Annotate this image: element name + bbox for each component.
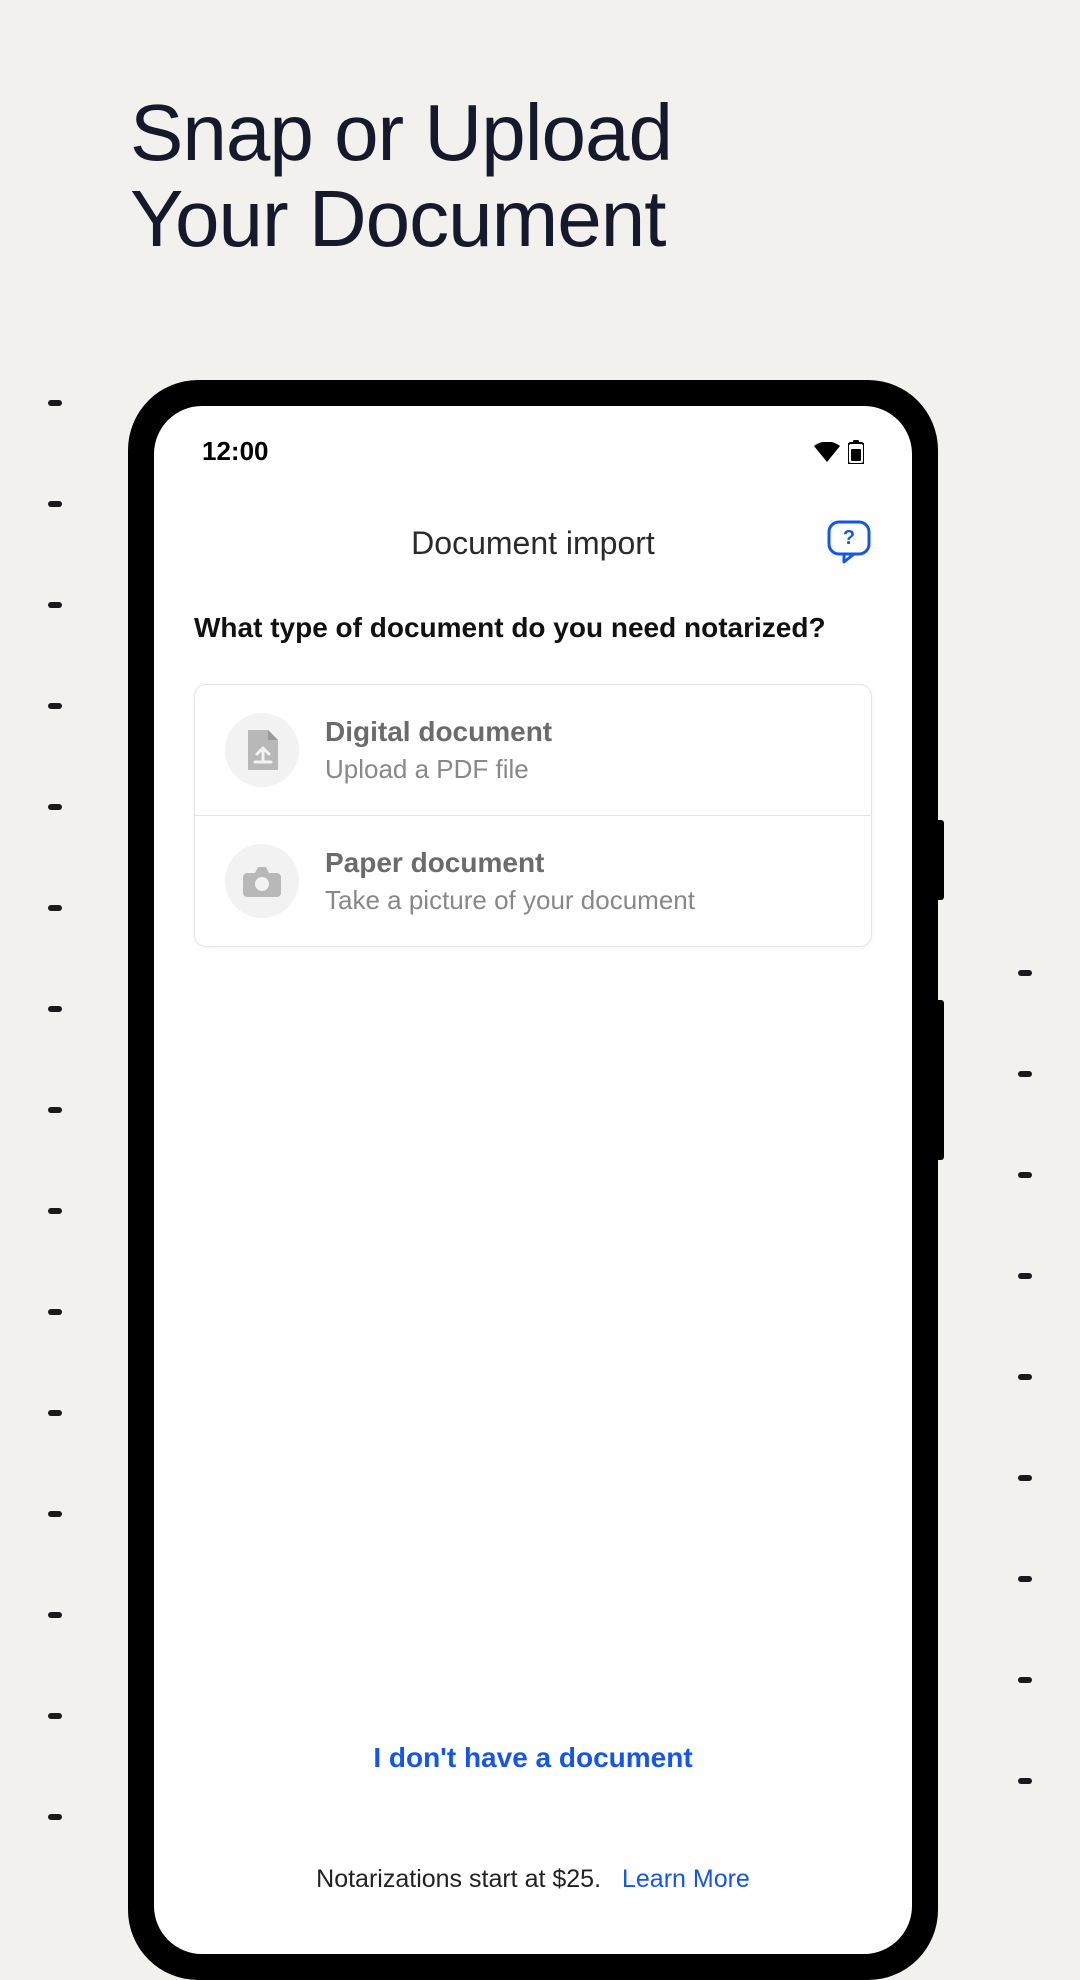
phone-frame: 12:00 Document import xyxy=(128,380,938,1980)
footer-text: Notarizations start at $25. xyxy=(316,1865,601,1893)
upload-file-icon xyxy=(225,713,299,787)
option-digital-title: Digital document xyxy=(325,716,552,748)
option-digital-subtitle: Upload a PDF file xyxy=(325,754,552,785)
option-paper-document[interactable]: Paper document Take a picture of your do… xyxy=(195,816,871,946)
hero-title: Snap or Upload Your Document xyxy=(130,90,672,263)
phone-volume-button xyxy=(938,1000,944,1160)
option-paper-title: Paper document xyxy=(325,847,695,879)
phone-screen: 12:00 Document import xyxy=(154,406,912,1954)
decorative-dots-left xyxy=(48,400,62,1820)
wifi-icon xyxy=(814,442,840,462)
question-heading: What type of document do you need notari… xyxy=(154,582,912,684)
camera-icon xyxy=(225,844,299,918)
footer: Notarizations start at $25. Learn More xyxy=(154,1865,912,1894)
svg-text:?: ? xyxy=(843,527,855,549)
battery-icon xyxy=(848,440,864,464)
hero-line1: Snap or Upload xyxy=(130,88,672,177)
status-bar: 12:00 xyxy=(154,406,912,487)
app-header: Document import ? xyxy=(154,487,912,582)
option-paper-subtitle: Take a picture of your document xyxy=(325,885,695,916)
page-title: Document import xyxy=(411,525,655,562)
help-chat-icon: ? xyxy=(826,519,872,565)
phone-power-button xyxy=(938,820,944,900)
help-button[interactable]: ? xyxy=(826,519,872,570)
hero-line2: Your Document xyxy=(130,174,665,263)
option-digital-document[interactable]: Digital document Upload a PDF file xyxy=(195,685,871,816)
decorative-dots-right xyxy=(1018,970,1032,1784)
learn-more-link[interactable]: Learn More xyxy=(622,1865,750,1893)
status-icons xyxy=(814,440,864,464)
no-document-link[interactable]: I don't have a document xyxy=(154,1742,912,1774)
status-time: 12:00 xyxy=(202,436,269,467)
document-type-card: Digital document Upload a PDF file Paper… xyxy=(194,684,872,947)
